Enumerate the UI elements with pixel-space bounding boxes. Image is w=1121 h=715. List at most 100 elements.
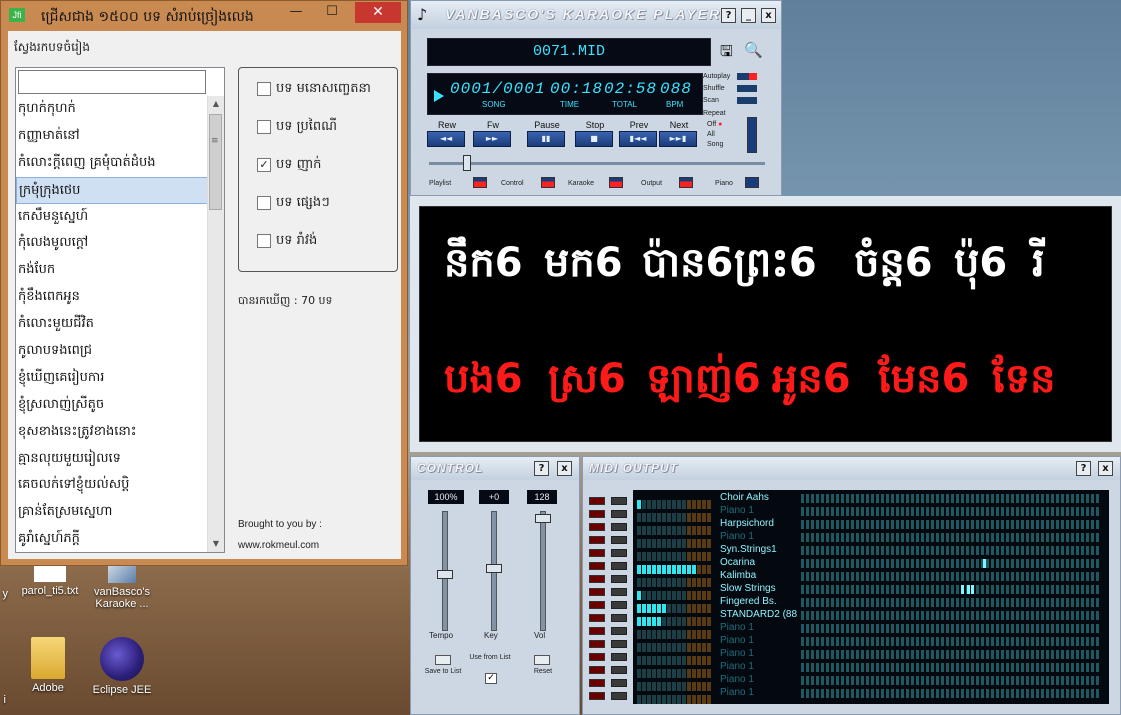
channel-solo-button[interactable] — [611, 549, 627, 557]
channel-mute-button[interactable] — [589, 653, 605, 661]
help-button[interactable]: ? — [1076, 461, 1091, 476]
transport-fw-button[interactable]: ►► — [473, 131, 511, 147]
scan-toggle[interactable] — [737, 97, 757, 104]
list-item[interactable]: គេចលក់ទៅខ្ញុំយល់សប្តិ — [16, 472, 209, 499]
list-item[interactable]: កូលាបទងពេជ្រ — [16, 338, 209, 365]
channel-solo-button[interactable] — [611, 614, 627, 622]
category-checkbox[interactable] — [257, 233, 271, 248]
channel-mute-button[interactable] — [589, 692, 605, 700]
scroll-thumb[interactable] — [209, 114, 222, 210]
channel-mute-button[interactable] — [589, 510, 605, 518]
channel-solo-button[interactable] — [611, 601, 627, 609]
panel-toggle-playlist-button[interactable] — [473, 177, 487, 188]
repeat-off-option[interactable]: Off — [707, 121, 716, 128]
category-checkbox[interactable] — [257, 119, 271, 134]
autoplay-toggle[interactable] — [737, 73, 757, 80]
panel-toggle-karaoke-button[interactable] — [609, 177, 623, 188]
list-item[interactable]: កំលោះមួយជីវិត — [16, 311, 209, 338]
channel-solo-button[interactable] — [611, 679, 627, 687]
scroll-down-icon[interactable]: ▼ — [208, 536, 224, 552]
help-button[interactable]: ? — [534, 461, 549, 476]
category-option[interactable]: ✓ បទ ញាក់ — [257, 156, 321, 175]
category-checkbox[interactable]: ✓ — [257, 157, 271, 172]
category-option[interactable]: បទ រាំវង់ — [257, 232, 317, 251]
vol-fader-track[interactable] — [540, 511, 546, 631]
minimize-button[interactable]: _ — [741, 8, 756, 23]
channel-solo-button[interactable] — [611, 575, 627, 583]
tempo-fader-knob[interactable] — [437, 570, 453, 579]
list-item[interactable]: កុំខឹងពេកអូន — [16, 284, 209, 311]
category-checkbox[interactable] — [257, 195, 271, 210]
panel-toggle-output-button[interactable] — [679, 177, 693, 188]
desktop-icon-eclipse[interactable]: Eclipse JEE — [84, 637, 160, 696]
close-button[interactable]: x — [1098, 461, 1113, 476]
channel-mute-button[interactable] — [589, 666, 605, 674]
volume-mini-slider[interactable] — [747, 117, 757, 153]
maximize-button[interactable]: ☐ — [319, 2, 345, 22]
channel-mute-button[interactable] — [589, 614, 605, 622]
channel-solo-button[interactable] — [611, 536, 627, 544]
scroll-up-icon[interactable]: ▲ — [208, 96, 224, 112]
channel-mute-button[interactable] — [589, 627, 605, 635]
channel-mute-button[interactable] — [589, 640, 605, 648]
list-item[interactable]: កង់បែក — [16, 257, 209, 284]
reset-button[interactable] — [534, 655, 550, 665]
transport-rew-button[interactable]: ◄◄ — [427, 131, 465, 147]
transport-stop-button[interactable]: ■ — [575, 131, 613, 147]
save-disk-icon[interactable]: 🖫 — [720, 41, 733, 66]
position-slider-knob[interactable] — [462, 155, 471, 171]
minimize-button[interactable]: — — [283, 2, 309, 22]
desktop-icon-adobe[interactable]: Adobe — [10, 637, 86, 694]
channel-mute-button[interactable] — [589, 497, 605, 505]
key-fader-knob[interactable] — [486, 564, 502, 573]
channel-solo-button[interactable] — [611, 627, 627, 635]
website-link[interactable]: www.rokmeul.com — [238, 540, 319, 551]
close-button[interactable]: x — [761, 8, 776, 23]
list-scrollbar[interactable]: ▲ ≡ ▼ — [207, 96, 224, 552]
list-item[interactable]: កញ្ញាមាត់នៅ — [16, 123, 209, 150]
channel-mute-button[interactable] — [589, 575, 605, 583]
channel-mute-button[interactable] — [589, 588, 605, 596]
channel-solo-button[interactable] — [611, 497, 627, 505]
category-option[interactable]: បទ ផ្សេងៗ — [257, 194, 330, 213]
list-item[interactable]: ខុសខាងនេះត្រូវខាងនោះ — [16, 419, 209, 446]
channel-solo-button[interactable] — [611, 510, 627, 518]
channel-mute-button[interactable] — [589, 536, 605, 544]
close-button[interactable]: x — [557, 461, 572, 476]
panel-toggle-piano-button[interactable] — [745, 177, 759, 188]
filename-display[interactable]: 0071.MID — [427, 38, 711, 66]
search-input[interactable] — [18, 70, 206, 94]
category-checkbox[interactable] — [257, 81, 271, 96]
use-from-list-checkbox[interactable]: ✓ — [485, 673, 497, 684]
repeat-song-option[interactable]: Song — [707, 141, 723, 148]
list-item[interactable]: កំលោះក្តីពេញ គ្រមុំបាត់ដំបង — [16, 150, 209, 177]
list-item[interactable]: ក្រមុំក្រុងថេប — [16, 176, 209, 204]
channel-mute-button[interactable] — [589, 562, 605, 570]
save-to-list-button[interactable] — [435, 655, 451, 665]
list-item[interactable]: ខ្ញុំស្រលាញ់ស្រីតូច — [16, 392, 209, 419]
search-icon[interactable]: 🔍 — [744, 41, 763, 59]
list-item[interactable]: គ្មានលុយមួយរៀលទេ — [16, 446, 209, 473]
channel-solo-button[interactable] — [611, 692, 627, 700]
help-button[interactable]: ? — [721, 8, 736, 23]
channel-solo-button[interactable] — [611, 640, 627, 648]
list-item[interactable]: ខ្ញុំឃើញគេរៀបការ — [16, 365, 209, 392]
transport-prev-button[interactable]: ▮◄◄ — [619, 131, 657, 147]
list-item[interactable]: កុហក់កុហក់ — [16, 96, 209, 123]
panel-toggle-control-button[interactable] — [541, 177, 555, 188]
channel-mute-button[interactable] — [589, 679, 605, 687]
channel-mute-button[interactable] — [589, 601, 605, 609]
list-item[interactable]: គ្រាន់តែស្រមស្នេហា — [16, 499, 209, 526]
transport-pause-button[interactable]: ▮▮ — [527, 131, 565, 147]
transport-next-button[interactable]: ►►▮ — [659, 131, 697, 147]
channel-solo-button[interactable] — [611, 523, 627, 531]
channel-mute-button[interactable] — [589, 523, 605, 531]
list-item[interactable]: គូរាំស្នេហ៍ភក្តី — [16, 526, 209, 553]
channel-mute-button[interactable] — [589, 549, 605, 557]
close-button[interactable]: ✕ — [355, 2, 401, 23]
vol-fader-knob[interactable] — [535, 514, 551, 523]
channel-solo-button[interactable] — [611, 562, 627, 570]
channel-solo-button[interactable] — [611, 666, 627, 674]
position-track[interactable] — [429, 162, 765, 165]
category-option[interactable]: បទ ប្រពៃណី — [257, 118, 337, 137]
